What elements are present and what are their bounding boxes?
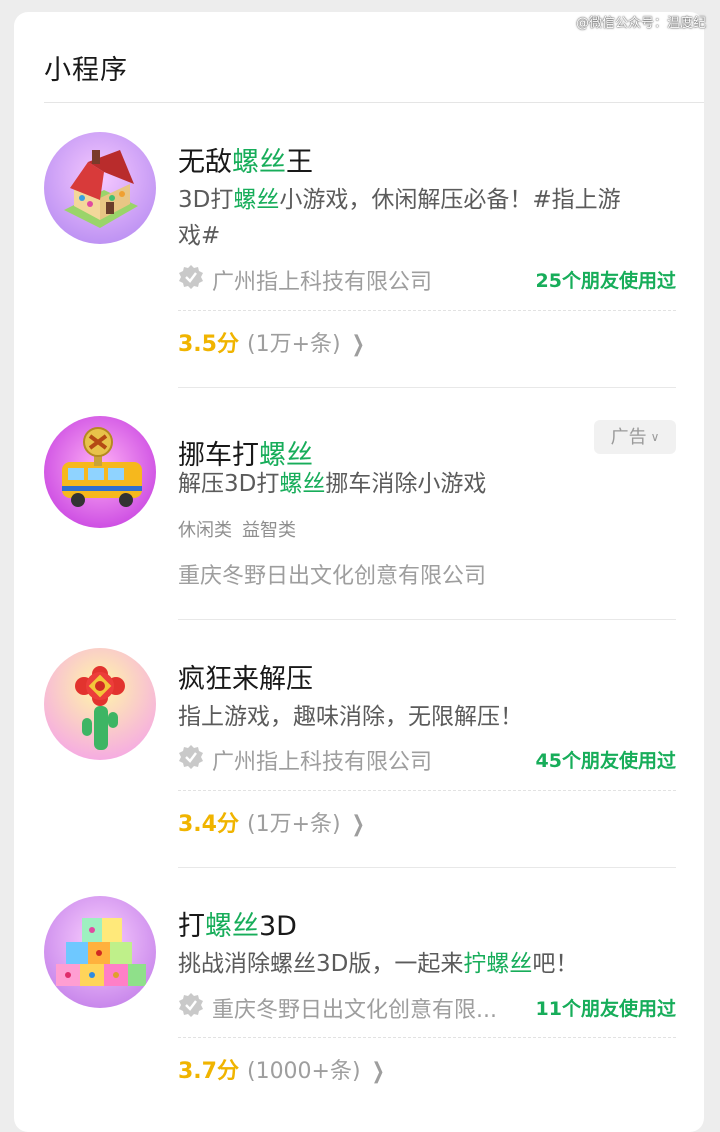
item-title[interactable]: 无敌螺丝王 [178, 140, 313, 179]
mini-program-section: 小程序 无敌螺丝王 3D打螺丝小游戏，休闲解压必备！#指上游 戏# 广州指上科技… [14, 12, 704, 1132]
company-name: 广州指上科技有限公司 [212, 270, 433, 295]
chevron-right-icon: ❯ [351, 332, 365, 357]
company-name: 广州指上科技有限公司 [212, 750, 433, 775]
verified-badge-icon [179, 265, 203, 289]
category-tags: 休闲类 益智类 [178, 516, 306, 542]
friends-used-label: 25个朋友使用过 [535, 270, 676, 292]
item-title[interactable]: 疯狂来解压 [178, 657, 313, 696]
chevron-right-icon: ❯ [351, 812, 365, 837]
item-description: 指上游戏，趣味消除，无限解压！ [178, 704, 523, 730]
company-row: 广州指上科技有限公司 45个朋友使用过 [178, 744, 676, 775]
score: 3.7分 [178, 1059, 239, 1084]
item-divider [178, 867, 676, 868]
item-divider [178, 619, 676, 620]
rating-row[interactable]: 3.4分 (1万+条) ❯ [178, 806, 367, 838]
cactus-charm-icon[interactable] [44, 648, 156, 760]
friends-used-label: 11个朋友使用过 [535, 998, 676, 1020]
block-tower-icon[interactable] [44, 896, 156, 1008]
chevron-right-icon: ❯ [371, 1059, 385, 1084]
dashed-divider [178, 310, 676, 311]
company-row: 广州指上科技有限公司 25个朋友使用过 [178, 264, 676, 295]
verified-badge-icon [179, 745, 203, 769]
watermark: @微信公众号：温度纪 [575, 16, 706, 31]
review-count: (1000+条) [246, 1059, 361, 1084]
dashed-divider [178, 1037, 676, 1038]
section-title: 小程序 [44, 55, 128, 86]
company-name: 重庆冬野日出文化创意有限公司 [178, 564, 487, 589]
house-game-icon[interactable] [44, 132, 156, 244]
score: 3.5分 [178, 332, 239, 357]
divider [44, 102, 704, 103]
screw-bus-icon[interactable] [44, 416, 156, 528]
review-count: (1万+条) [246, 812, 341, 837]
rating-row[interactable]: 3.7分 (1000+条) ❯ [178, 1053, 387, 1085]
company-name: 重庆冬野日出文化创意有限... [212, 998, 497, 1023]
company-row: 重庆冬野日出文化创意有限... 11个朋友使用过 [178, 992, 676, 1023]
item-description: 挑战消除螺丝3D版，一起来拧螺丝吧！ [178, 951, 579, 977]
chevron-down-icon: ∨ [650, 430, 660, 444]
tag: 休闲类 [178, 520, 232, 541]
review-count: (1万+条) [246, 332, 341, 357]
item-divider [178, 387, 676, 388]
dashed-divider [178, 790, 676, 791]
item-description: 解压3D打螺丝挪车消除小游戏 [178, 471, 487, 497]
ad-badge-button[interactable]: 广告 ∨ [594, 420, 676, 454]
tag: 益智类 [242, 520, 296, 541]
company-row: 重庆冬野日出文化创意有限公司 [178, 558, 676, 589]
item-title[interactable]: 打螺丝3D [178, 904, 297, 943]
friends-used-label: 45个朋友使用过 [535, 750, 676, 772]
rating-row[interactable]: 3.5分 (1万+条) ❯ [178, 326, 367, 358]
score: 3.4分 [178, 812, 239, 837]
verified-badge-icon [179, 993, 203, 1017]
item-description: 3D打螺丝小游戏，休闲解压必备！#指上游 戏# [178, 187, 621, 249]
